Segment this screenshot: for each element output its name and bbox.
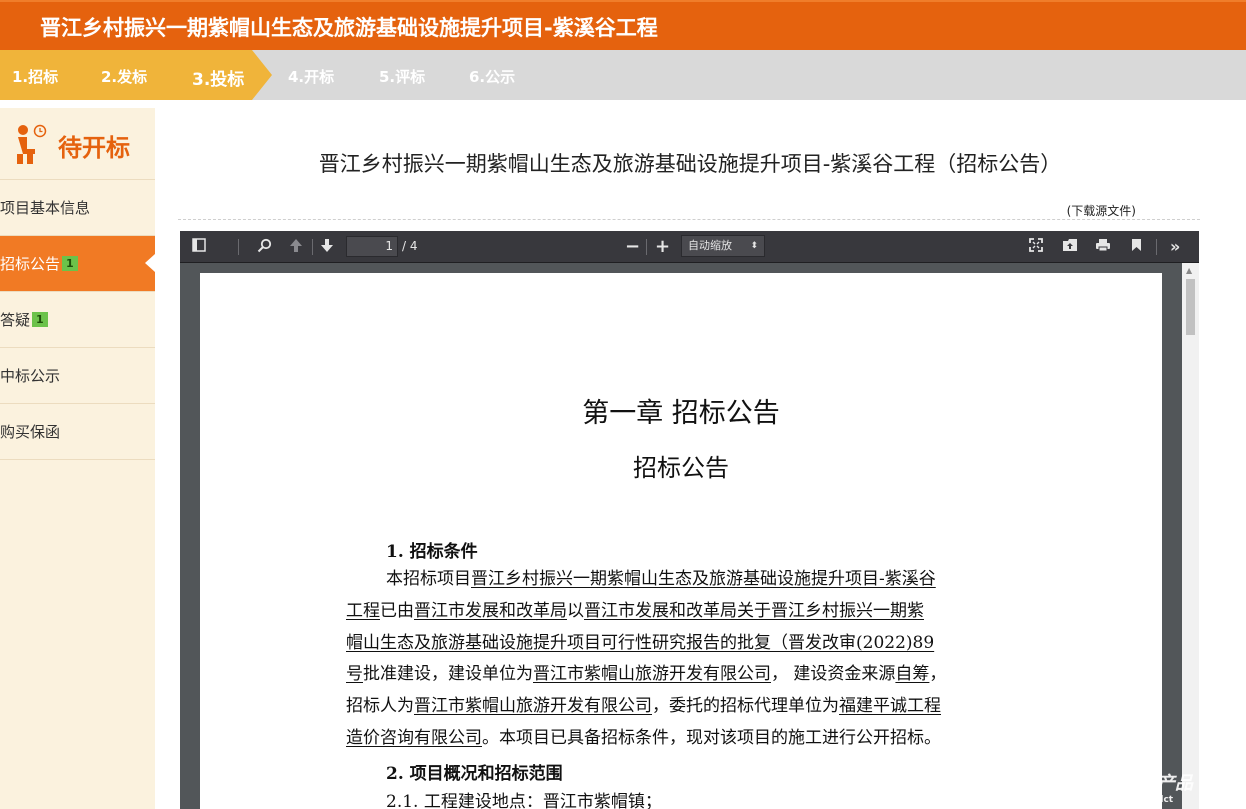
text-run: 招标人为 [346,696,414,716]
section-heading: 1. 招标条件 [386,542,478,562]
project-title: 晋江乡村振兴一期紫帽山生态及旅游基础设施提升项目-紫溪谷工程 [40,16,658,40]
page-total: / 4 [402,239,418,253]
doc-line: 工程已由晋江市发展和改革局以晋江市发展和改革局关于晋江乡村振兴一期紫 [346,600,924,622]
previous-page-icon[interactable] [289,238,303,256]
doc-line: 造价咨询有限公司。本项目已具备招标条件，现对该项目的施工进行公开招标。 [346,727,941,749]
text-run: ， 建设资金来源 [771,664,896,684]
text-run: 晋江市紫帽山旅游开发有限公司 [414,696,652,716]
sidebar-item-buy-guarantee[interactable]: 购买保函 [0,404,155,460]
download-source-link[interactable]: (下载源文件) [1067,202,1136,219]
zoom-value: 自动缩放 [688,239,732,252]
text-run: 晋江乡村振兴一期紫帽山生态及旅游基础设施提升项目-紫溪谷 [471,569,936,589]
search-icon[interactable] [257,238,272,256]
text-run: ， [929,664,947,684]
watermark-text: 产品 [1157,773,1193,794]
text-run: 本招标项目 [386,569,471,589]
text-run: 号 [346,664,363,684]
open-file-icon[interactable] [1062,238,1078,256]
select-caret-icon: ⬍ [750,241,758,251]
step-4[interactable]: 4.开标 [288,66,334,87]
next-page-icon[interactable] [320,238,334,256]
text-run: 自筹 [895,664,930,684]
print-icon[interactable] [1095,238,1111,256]
sidebar-item-label: 招标公告 [0,255,61,273]
sidebar-item-label: 中标公示 [0,367,61,385]
toolbar-separator [1156,239,1157,255]
step-6[interactable]: 6.公示 [469,66,515,87]
step-3-current[interactable]: 3.投标 [192,65,244,90]
status-label: 待开标 [58,134,130,162]
text-run: ，委托的招标代理单位为 [652,696,839,716]
app-header: 晋江乡村振兴一期紫帽山生态及旅游基础设施提升项目-紫溪谷工程 [0,0,1246,50]
download-row: (下载源文件) [178,200,1200,220]
doc-line: 号批准建设，建设单位为晋江市紫帽山旅游开发有限公司， 建设资金来源自筹， [346,663,946,685]
tools-chevron-icon[interactable]: » [1170,238,1180,256]
text-run: 晋江市发展和改革局 [414,601,567,621]
step-1[interactable]: 1.招标 [12,66,58,87]
sidebar-item-label: 项目基本信息 [0,199,91,217]
chapter-heading: 第一章 招标公告 [582,398,780,429]
sidebar-item-tender-notice[interactable]: 招标公告 1 [0,236,155,292]
toolbar-separator [646,239,647,255]
step-5[interactable]: 5.评标 [379,66,425,87]
doc-line: 2.1. 工程建设地点：晋江市紫帽镇； [386,792,662,809]
notice-heading: 招标公告 [633,454,729,482]
vertical-scrollbar[interactable]: ▲ [1182,263,1199,809]
scroll-up-icon[interactable]: ▲ [1186,266,1192,275]
pdf-toolbar: 1 / 4 − + 自动缩放 ⬍ » [180,231,1199,263]
text-run: 工程 [346,601,380,621]
sidebar-item-award-notice[interactable]: 中标公示 [0,348,155,404]
sidebar-item-label: 购买保函 [0,423,61,441]
pdf-viewer: 1 / 4 − + 自动缩放 ⬍ » 第一章 招标公告 招标公告 1. 招标条件… [180,231,1199,809]
doc-line: 帽山生态及旅游基础设施提升项目可行性研究报告的批复（晋发改审(2022)89 [346,632,934,654]
text-run: 以 [567,601,584,621]
page-number-input[interactable]: 1 [346,236,398,257]
toolbar-separator [238,239,239,255]
text-run: 已由 [380,601,414,621]
sidebar-item-project-info[interactable]: 项目基本信息 [0,180,155,236]
step-2[interactable]: 2.发标 [101,66,147,87]
text-run: 造价咨询有限公司 [346,728,482,748]
count-badge: 1 [62,256,78,271]
sidebar-toggle-icon[interactable] [192,238,206,256]
text-run: 帽山生态及旅游基础设施提升项目可行性研究报告的批复（晋发改审(2022)89 [346,633,935,653]
text-run: 。本项目已具备招标条件，现对该项目的施工进行公开招标。 [482,728,941,748]
status-header: 待开标 [0,108,155,180]
person-waiting-icon [17,124,47,164]
progress-steps: 1.招标 2.发标 3.投标 4.开标 5.评标 6.公示 [0,50,1246,100]
toolbar-separator [312,239,313,255]
zoom-select[interactable]: 自动缩放 ⬍ [681,235,765,257]
fullscreen-icon[interactable] [1029,238,1043,256]
text-run: 批准建设，建设单位为 [363,664,533,684]
watermark-subtext: dct [1157,795,1174,805]
text-run: 福建平诚工程 [839,696,941,716]
current-step-arrow [252,50,272,100]
page-title: 晋江乡村振兴一期紫帽山生态及旅游基础设施提升项目-紫溪谷工程（招标公告） [318,152,1062,176]
sidebar-item-qa[interactable]: 答疑 1 [0,292,155,348]
sidebar: 待开标 项目基本信息 招标公告 1 答疑 1 中标公示 购买保函 [0,108,155,809]
sidebar-item-label: 答疑 [0,311,31,329]
scroll-thumb[interactable] [1186,279,1195,335]
doc-line: 招标人为晋江市紫帽山旅游开发有限公司，委托的招标代理单位为福建平诚工程 [346,695,941,717]
zoom-out-icon[interactable]: − [625,238,640,256]
count-badge: 1 [32,312,48,327]
pdf-page: 第一章 招标公告 招标公告 1. 招标条件 本招标项目晋江乡村振兴一期紫帽山生态… [200,273,1162,809]
watermark-logo: 产品 dct [1157,769,1193,805]
text-run: 晋江市发展和改革局关于晋江乡村振兴一期紫 [584,601,924,621]
doc-line: 本招标项目晋江乡村振兴一期紫帽山生态及旅游基础设施提升项目-紫溪谷 [386,568,936,590]
section-heading: 2. 项目概况和招标范围 [386,764,563,784]
zoom-in-icon[interactable]: + [655,238,670,256]
text-run: 晋江市紫帽山旅游开发有限公司 [533,664,771,684]
bookmark-icon[interactable] [1131,238,1142,256]
